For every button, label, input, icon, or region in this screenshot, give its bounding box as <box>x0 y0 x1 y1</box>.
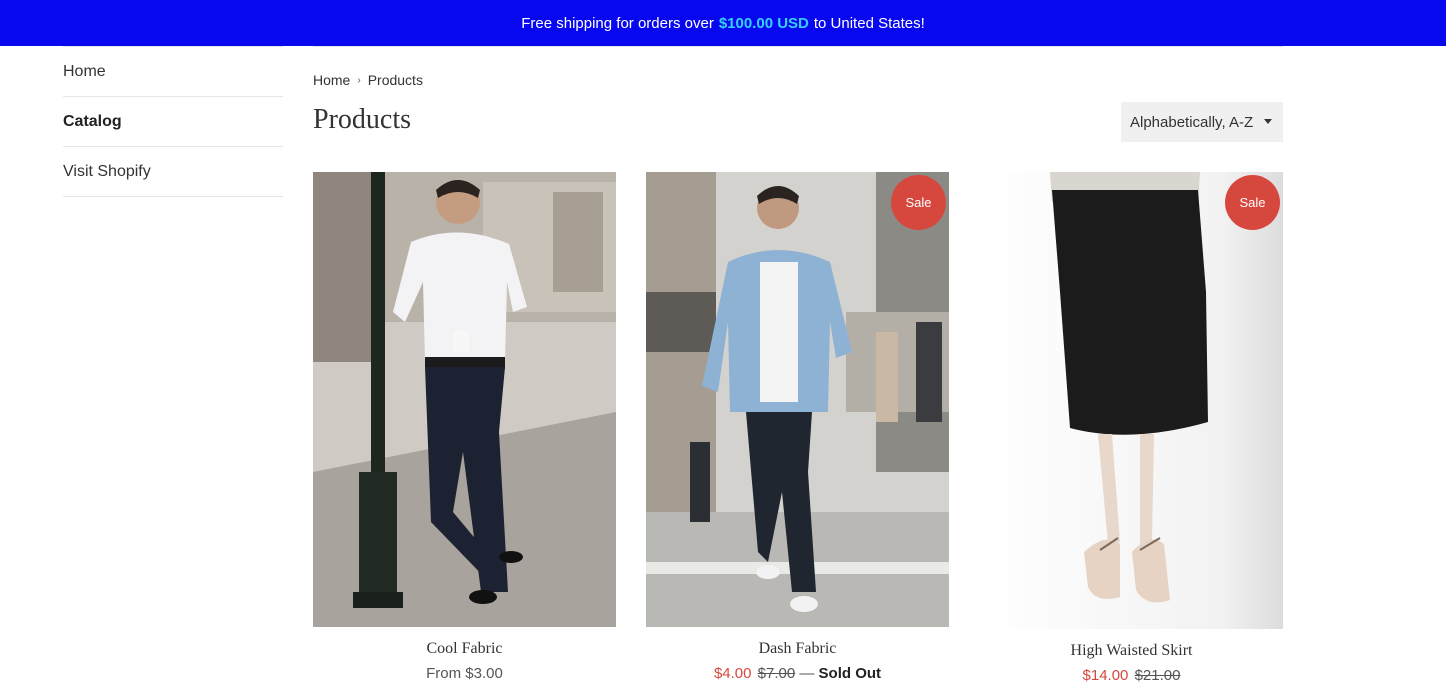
chevron-right-icon: › <box>357 74 361 86</box>
product-price: $14.00 $21.00 <box>980 667 1283 684</box>
breadcrumb-current: Products <box>367 72 423 88</box>
sale-price: $4.00 <box>713 665 752 682</box>
original-price: $21.00 <box>1134 667 1181 684</box>
man-white-shirt-photo[interactable] <box>313 172 616 627</box>
sidebar-item-home[interactable]: Home <box>63 47 283 97</box>
product-card[interactable]: Sale High Waisted Skirt $14.00 $21.00 <box>980 172 1283 684</box>
sidebar-item-label: Visit Shopify <box>63 162 151 180</box>
original-price: $7.00 <box>757 665 796 682</box>
price-text: From $3.00 <box>426 665 503 682</box>
sidebar-item-label: Home <box>63 62 106 80</box>
sidebar-item-visit-shopify[interactable]: Visit Shopify <box>63 147 283 197</box>
man-denim-jacket-photo[interactable]: Sale <box>646 172 949 627</box>
sale-badge: Sale <box>891 175 946 230</box>
sidebar-item-label: Catalog <box>63 112 122 130</box>
breadcrumb: Home › Products <box>313 72 423 88</box>
product-name[interactable]: Dash Fabric <box>646 640 949 658</box>
sidebar-nav: Home Catalog Visit Shopify <box>63 47 283 197</box>
sort-select[interactable]: Alphabetically, A-Z <box>1121 102 1283 142</box>
product-name[interactable]: High Waisted Skirt <box>980 642 1283 660</box>
product-card[interactable]: Cool Fabric From $3.00 <box>313 172 616 682</box>
header-divider <box>313 46 1283 47</box>
announcement-suffix: to United States! <box>813 14 925 32</box>
announcement-prefix: Free shipping for orders over <box>521 14 714 32</box>
caret-down-icon <box>1264 119 1272 124</box>
sold-out-label: Sold Out <box>818 665 882 682</box>
black-skirt-photo[interactable]: Sale <box>980 172 1283 629</box>
product-card[interactable]: Sale Dash Fabric $4.00 $7.00 — Sold Out <box>646 172 949 682</box>
announcement-amount: $100.00 USD <box>718 14 809 32</box>
product-price: $4.00 $7.00 — Sold Out <box>646 665 949 682</box>
sort-selected-value: Alphabetically, A-Z <box>1130 113 1254 131</box>
price-separator: — <box>799 665 815 682</box>
product-name[interactable]: Cool Fabric <box>313 640 616 658</box>
page-title: Products <box>313 104 411 135</box>
announcement-bar: Free shipping for orders over $100.00 US… <box>0 0 1446 46</box>
sale-badge: Sale <box>1225 175 1280 230</box>
sale-price: $14.00 <box>1082 667 1129 684</box>
breadcrumb-home-link[interactable]: Home <box>313 72 350 88</box>
product-price: From $3.00 <box>313 665 616 682</box>
sidebar-item-catalog[interactable]: Catalog <box>63 97 283 147</box>
